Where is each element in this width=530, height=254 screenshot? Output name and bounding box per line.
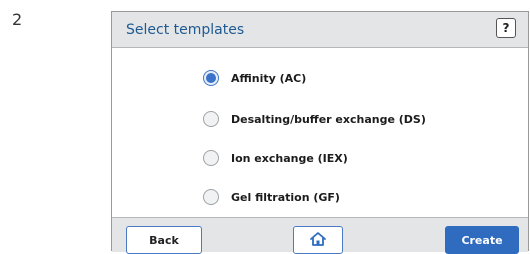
create-button[interactable]: Create [445,226,519,254]
option-affinity[interactable]: Affinity (AC) [203,68,306,88]
option-label: Gel filtration (GF) [231,190,340,204]
home-button[interactable] [293,226,343,254]
back-button[interactable]: Back [126,226,202,254]
option-label: Desalting/buffer exchange (DS) [231,112,426,126]
radio-gel-filtration[interactable] [203,189,219,205]
home-icon [309,231,327,250]
radio-affinity[interactable] [203,70,219,86]
select-templates-dialog: Select templates ? Affinity (AC) Desalti… [111,11,529,254]
radio-ion-exchange[interactable] [203,150,219,166]
dialog-header: Select templates ? [112,12,528,48]
help-button[interactable]: ? [496,18,516,38]
option-desalting[interactable]: Desalting/buffer exchange (DS) [203,109,426,129]
option-ion-exchange[interactable]: Ion exchange (IEX) [203,148,348,168]
option-label: Affinity (AC) [231,71,307,85]
radio-desalting[interactable] [203,111,219,127]
step-number: 2 [12,10,23,29]
option-label: Ion exchange (IEX) [231,151,348,165]
dialog-footer: Back Create [112,217,528,254]
dialog-title: Select templates [126,22,245,38]
option-gel-filtration[interactable]: Gel filtration (GF) [203,187,340,207]
